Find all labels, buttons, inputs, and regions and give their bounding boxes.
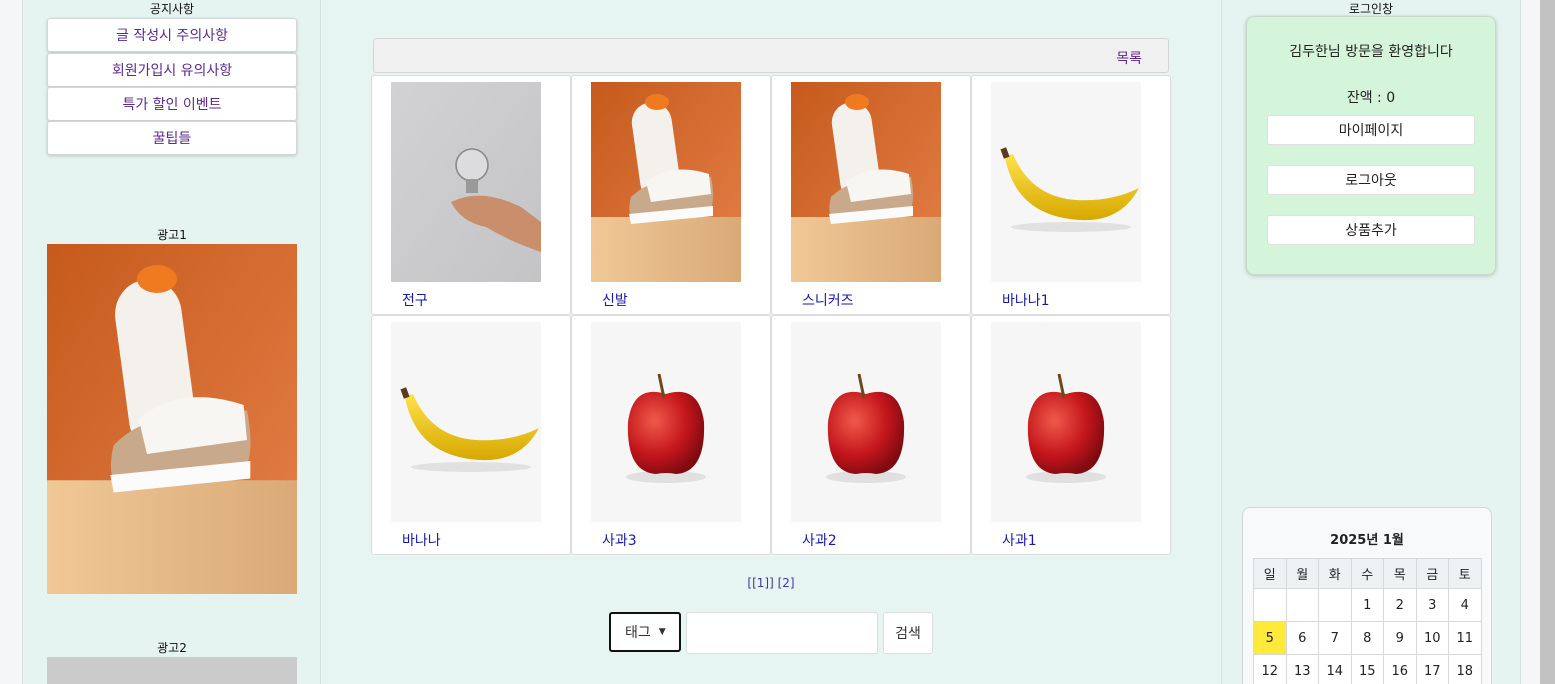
ad2-title: 광고2 (157, 641, 187, 655)
weekday-header: 금 (1415, 558, 1449, 589)
weekday-header: 월 (1285, 558, 1319, 589)
balance-text: 잔액 : 0 (1346, 90, 1396, 106)
calendar-day[interactable]: 3 (1415, 588, 1449, 622)
product-image[interactable] (991, 82, 1141, 282)
notice-item-discount-event[interactable]: 특가 할인 이벤트 (47, 87, 297, 121)
list-header-bar: 목록 (373, 38, 1169, 73)
list-link[interactable]: 목록 (1116, 48, 1142, 68)
product-name[interactable]: 스니커즈 (802, 290, 854, 310)
calendar-day (1318, 588, 1352, 622)
product-card[interactable]: 사과3 (571, 315, 771, 555)
left-sidebar: 공지사항 글 작성시 주의사항 회원가입시 유의사항 특가 할인 이벤트 꿀팁들… (22, 0, 321, 684)
product-image[interactable] (391, 322, 541, 522)
weekday-header: 목 (1383, 558, 1417, 589)
product-grid: 전구 신발 스니커즈 바나나1 바나나 사과3 사과2 사과1 (371, 75, 1171, 555)
calendar-day[interactable]: 10 (1415, 621, 1449, 655)
login-title: 로그인창 (1348, 2, 1394, 16)
calendar-day-today[interactable]: 5 (1253, 621, 1287, 655)
page-current[interactable]: [[1]] (747, 576, 773, 590)
calendar-day[interactable]: 4 (1448, 588, 1482, 622)
calendar-day[interactable]: 1 (1350, 588, 1384, 622)
search-type-value: 태그 (625, 625, 651, 641)
product-card[interactable]: 사과2 (771, 315, 971, 555)
product-card[interactable]: 스니커즈 (771, 75, 971, 315)
ad2-image[interactable] (47, 657, 297, 684)
product-name[interactable]: 바나나 (402, 530, 441, 550)
page-link-2[interactable]: [2] (778, 576, 795, 590)
product-image[interactable] (591, 82, 741, 282)
search-type-select[interactable]: 태그 ▼ (609, 612, 681, 652)
calendar-day[interactable]: 13 (1285, 654, 1319, 684)
add-product-button[interactable]: 상품추가 (1267, 215, 1475, 245)
weekday-header: 수 (1350, 558, 1384, 589)
calendar-table: 일 월 화 수 목 금 토 1 2 3 4 5 6 7 8 9 10 11 12… (1253, 558, 1482, 684)
product-image[interactable] (391, 82, 541, 282)
welcome-message: 김두한님 방문을 환영합니다 (1289, 44, 1453, 60)
product-card[interactable]: 전구 (371, 75, 571, 315)
pagination: [[1]] [2] (321, 576, 1221, 590)
ad1-image[interactable] (47, 244, 297, 594)
login-box: 김두한님 방문을 환영합니다 잔액 : 0 마이페이지 로그아웃 상품추가 (1246, 16, 1496, 275)
notice-item-signup-rules[interactable]: 회원가입시 유의사항 (47, 53, 297, 87)
mypage-button[interactable]: 마이페이지 (1267, 115, 1475, 145)
notice-item-writing-rules[interactable]: 글 작성시 주의사항 (47, 18, 297, 52)
calendar-day[interactable]: 14 (1318, 654, 1352, 684)
calendar-day[interactable]: 16 (1383, 654, 1417, 684)
calendar-day[interactable]: 7 (1318, 621, 1352, 655)
product-image[interactable] (991, 322, 1141, 522)
product-name[interactable]: 전구 (402, 290, 428, 310)
weekday-header: 일 (1253, 558, 1287, 589)
search-button[interactable]: 검색 (883, 612, 933, 654)
product-card[interactable]: 바나나 (371, 315, 571, 555)
product-name[interactable]: 바나나1 (1002, 290, 1050, 310)
calendar-day[interactable]: 8 (1350, 621, 1384, 655)
calendar-day[interactable]: 15 (1350, 654, 1384, 684)
calendar-day[interactable]: 17 (1415, 654, 1449, 684)
product-name[interactable]: 사과3 (602, 530, 637, 550)
chevron-down-icon: ▼ (658, 627, 666, 637)
calendar-title: 2025년 1월 (1330, 533, 1404, 548)
product-image[interactable] (791, 82, 941, 282)
scrollbar[interactable] (1540, 0, 1555, 684)
calendar-day[interactable]: 12 (1253, 654, 1287, 684)
calendar-day (1253, 588, 1287, 622)
right-sidebar: 로그인창 김두한님 방문을 환영합니다 잔액 : 0 마이페이지 로그아웃 상품… (1221, 0, 1521, 684)
calendar-day[interactable]: 18 (1448, 654, 1482, 684)
search-bar: 태그 ▼ 검색 (609, 612, 933, 654)
calendar: 2025년 1월 일 월 화 수 목 금 토 1 2 3 4 5 6 7 8 9… (1242, 507, 1492, 684)
product-card[interactable]: 신발 (571, 75, 771, 315)
calendar-day[interactable]: 9 (1383, 621, 1417, 655)
notice-item-tips[interactable]: 꿀팁들 (47, 121, 297, 155)
notice-title: 공지사항 (149, 2, 195, 16)
main-content: 목록 전구 신발 스니커즈 바나나1 바나나 사과3 사과2 사과1 [[1]]… (321, 0, 1221, 684)
product-image[interactable] (791, 322, 941, 522)
product-name[interactable]: 신발 (602, 290, 628, 310)
product-image[interactable] (591, 322, 741, 522)
search-input[interactable] (686, 612, 878, 654)
product-name[interactable]: 사과2 (802, 530, 837, 550)
calendar-day[interactable]: 6 (1285, 621, 1319, 655)
weekday-header: 토 (1448, 558, 1482, 589)
logout-button[interactable]: 로그아웃 (1267, 165, 1475, 195)
calendar-day[interactable]: 2 (1383, 588, 1417, 622)
ad1-title: 광고1 (157, 228, 187, 242)
weekday-header: 화 (1318, 558, 1352, 589)
calendar-day[interactable]: 11 (1448, 621, 1482, 655)
product-card[interactable]: 바나나1 (971, 75, 1171, 315)
product-name[interactable]: 사과1 (1002, 530, 1037, 550)
product-card[interactable]: 사과1 (971, 315, 1171, 555)
calendar-day (1285, 588, 1319, 622)
